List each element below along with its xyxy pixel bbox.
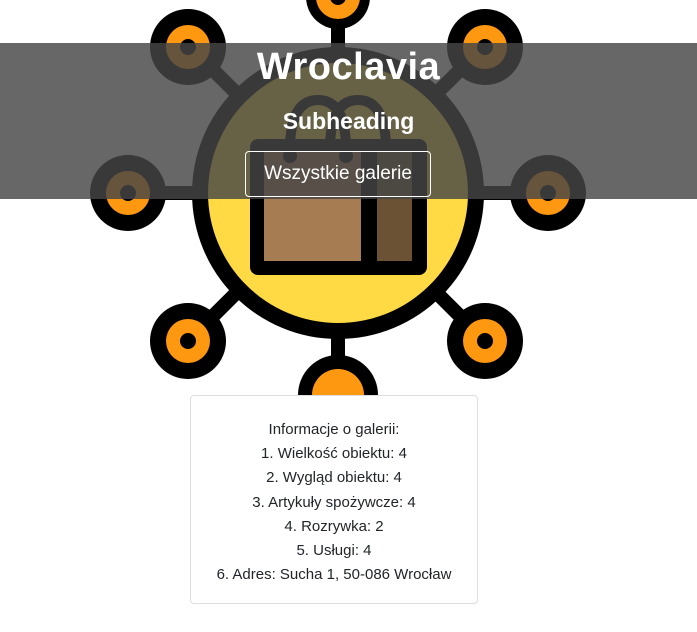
info-item-size: 1. Wielkość obiektu: 4: [261, 445, 407, 463]
page-title: Wroclavia: [256, 46, 441, 88]
node-bottom-right: [447, 303, 523, 379]
info-item-address: 6. Adres: Sucha 1, 50-086 Wrocław: [216, 566, 452, 584]
node-top: [306, 0, 370, 29]
info-heading: Informacje o galerii:: [268, 421, 400, 438]
info-item-appearance: 2. Wygląd obiektu: 4: [266, 469, 402, 487]
node-bottom-left: [150, 303, 226, 379]
all-galleries-button[interactable]: Wszystkie galerie: [245, 151, 431, 197]
page-subtitle: Subheading: [282, 108, 415, 134]
gallery-info-card: Informacje o galerii: 1. Wielkość obiekt…: [190, 395, 478, 604]
info-item-groceries: 3. Artykuły spożywcze: 4: [252, 493, 416, 511]
node-bottom: [298, 355, 378, 400]
info-item-services: 5. Usługi: 4: [296, 542, 372, 560]
info-item-entertainment: 4. Rozrywka: 2: [284, 517, 384, 535]
